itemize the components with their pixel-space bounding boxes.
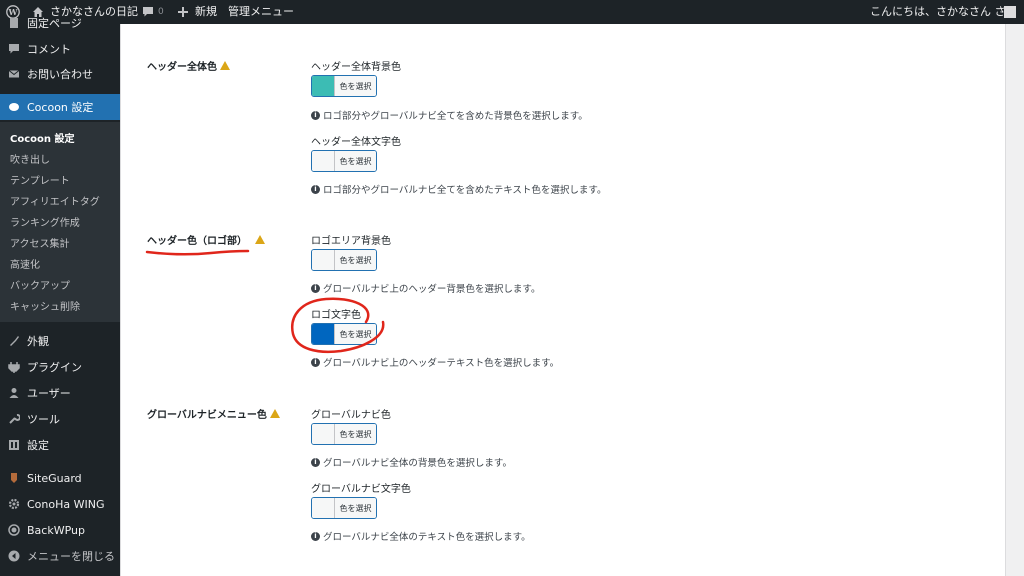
pages-icon [7,16,21,30]
sidebar-item-label: メニューを閉じる [27,550,115,563]
submenu-item-speedup[interactable]: 高速化 [10,256,40,271]
sidebar-item-users[interactable]: ユーザー [0,380,120,406]
mail-icon [7,67,21,81]
sidebar-item-tools[interactable]: ツール [0,406,120,432]
sidebar-item-settings[interactable]: 設定 [0,432,120,458]
comment-icon [7,42,21,56]
sidebar-item-label: プラグイン [27,361,82,374]
settings-panel: ヘッダー全体色 ヘッダー全体背景色 色を選択 i ロゴ部分やグローバルナビ全てを… [120,24,1006,576]
sidebar-item-plugins[interactable]: プラグイン [0,354,120,380]
new-content-link[interactable]: 新規 [195,0,217,24]
cocoon-submenu: Cocoon 設定 吹き出し テンプレート アフィリエイトタグ ランキング作成 … [0,122,120,322]
plus-icon[interactable] [178,0,188,24]
comment-bubble-icon[interactable] [142,0,154,24]
admin-menu-link[interactable]: 管理メニュー [228,0,294,24]
collapse-menu-button[interactable]: メニューを閉じる [0,543,120,569]
settings-icon [7,438,21,452]
sidebar-item-label: コメント [27,43,71,56]
user-icon [7,386,21,400]
collapse-arrow-icon [7,549,21,563]
sidebar-item-backwpup[interactable]: BackWPup [0,517,120,543]
submenu-item-cache[interactable]: キャッシュ削除 [10,298,80,313]
sidebar-item-label: ConoHa WING [27,497,105,511]
admin-sidebar: 固定ページ コメント お問い合わせ Cocoon 設定 Cocoon 設定 吹き… [0,17,120,576]
sidebar-item-label: ユーザー [27,387,71,400]
sidebar-item-label: BackWPup [27,523,85,537]
submenu-item-access[interactable]: アクセス集計 [10,235,70,250]
submenu-item-affiliate[interactable]: アフィリエイトタグ [10,193,100,208]
annotation-underline [145,249,250,256]
backwpup-icon [7,523,21,537]
admin-bar: W さかなさんの日記 0 新規 管理メニュー こんにちは、さかなさん さん [0,0,1024,24]
sidebar-item-comments[interactable]: コメント [0,36,120,62]
annotation-layer [145,249,385,353]
paintbrush-icon [7,334,21,348]
sidebar-item-contact[interactable]: お問い合わせ [0,61,120,87]
sidebar-item-label: ツール [27,413,60,426]
comments-count[interactable]: 0 [158,0,164,24]
submenu-item-ranking[interactable]: ランキング作成 [10,214,80,229]
sidebar-item-label: 設定 [27,439,49,452]
cocoon-icon [7,100,21,114]
sidebar-item-label: お問い合わせ [27,68,93,81]
sidebar-item-siteguard[interactable]: SiteGuard [0,465,120,491]
sidebar-item-label: 固定ページ [27,17,82,30]
sidebar-item-pages[interactable]: 固定ページ [0,14,120,32]
submenu-item-backup[interactable]: バックアップ [10,277,70,292]
gear-icon [7,497,21,511]
main-content: ヘッダー全体色 ヘッダー全体背景色 色を選択 i ロゴ部分やグローバルナビ全てを… [120,24,1024,576]
sidebar-item-label: SiteGuard [27,471,82,485]
sidebar-item-conoha[interactable]: ConoHa WING [0,491,120,517]
submenu-item-cocoon-settings[interactable]: Cocoon 設定 [10,130,74,145]
avatar[interactable] [1004,0,1016,24]
wrench-icon [7,412,21,426]
sidebar-item-cocoon[interactable]: Cocoon 設定 [0,94,120,120]
annotation-circle [291,297,385,353]
siteguard-icon [7,471,21,485]
submenu-item-balloon[interactable]: 吹き出し [10,151,50,166]
sidebar-item-appearance[interactable]: 外観 [0,328,120,354]
sidebar-item-label: 外観 [27,335,49,348]
submenu-item-template[interactable]: テンプレート [10,172,70,187]
sidebar-item-label: Cocoon 設定 [27,101,94,114]
plugin-icon [7,360,21,374]
greeting-text[interactable]: こんにちは、さかなさん さん [870,0,1017,24]
